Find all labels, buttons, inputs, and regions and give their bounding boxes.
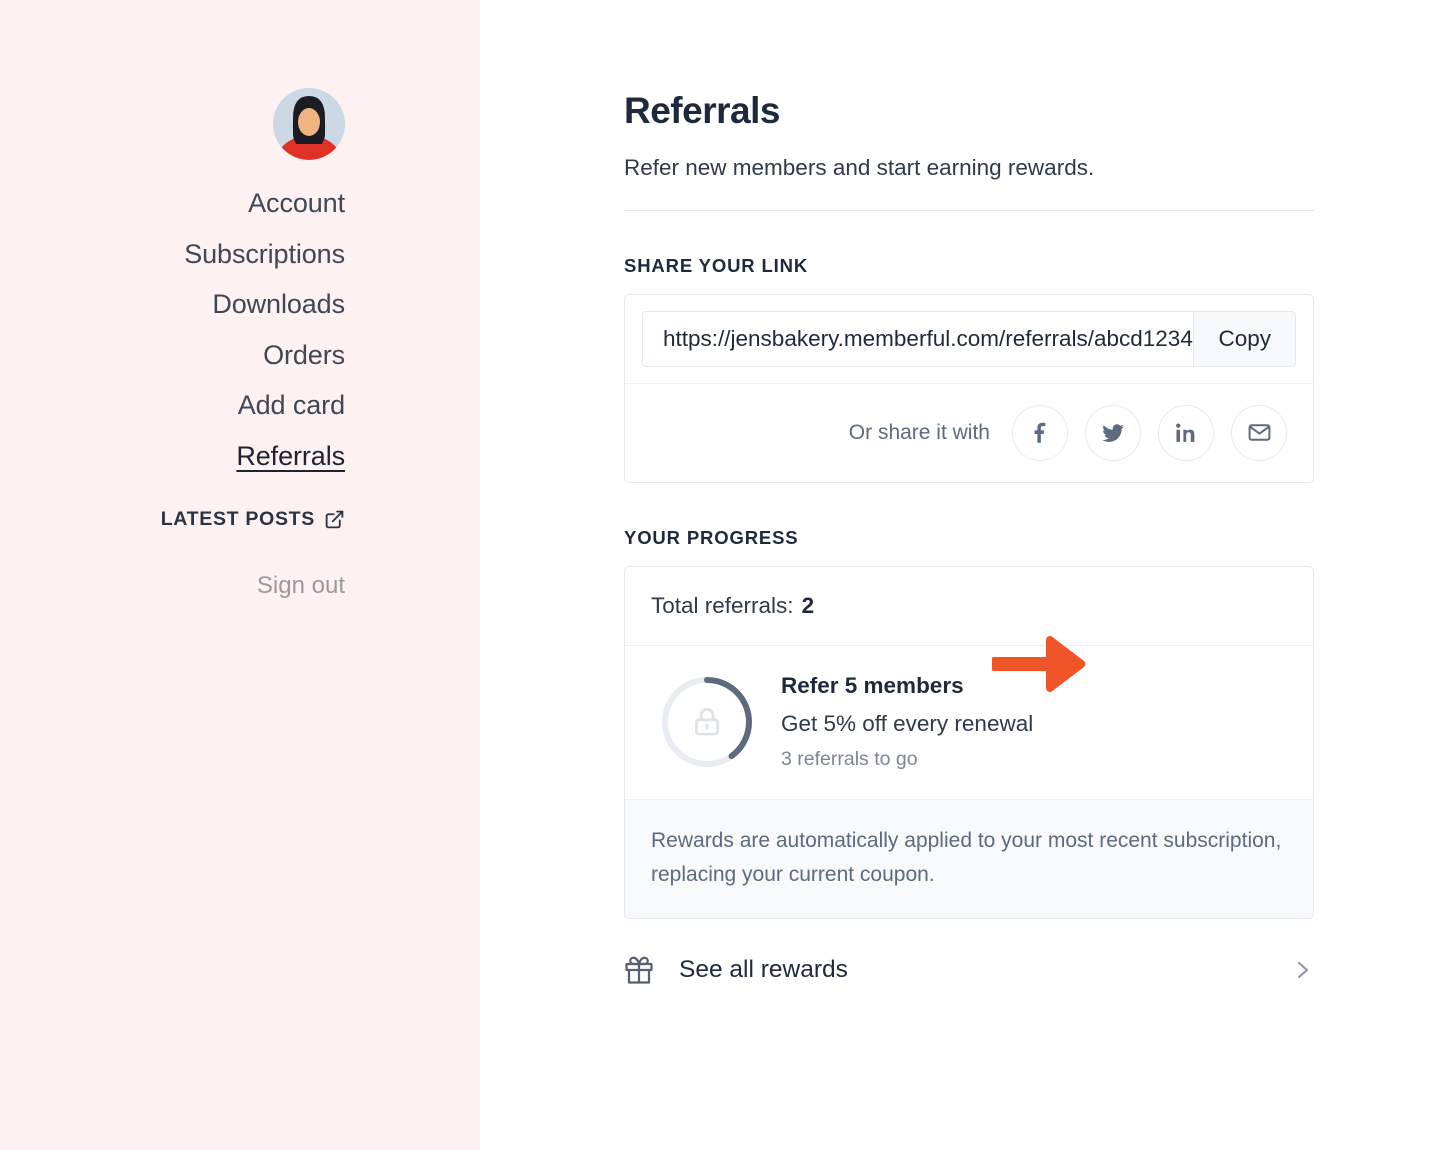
reward-progress-ring <box>659 674 755 770</box>
sidebar-item-add-card[interactable]: Add card <box>184 380 345 431</box>
twitter-share-button[interactable] <box>1085 404 1141 461</box>
page-subtitle: Refer new members and start earning rewa… <box>624 154 1095 180</box>
sidebar-item-orders[interactable]: Orders <box>184 330 345 381</box>
rewards-note: Rewards are automatically applied to you… <box>625 799 1313 918</box>
sidebar-item-subscriptions[interactable]: Subscriptions <box>184 229 345 280</box>
share-with-label: Or share it with <box>848 420 990 444</box>
twitter-icon <box>1100 420 1126 446</box>
reward-remaining: 3 referrals to go <box>781 748 918 771</box>
chevron-right-icon <box>1290 958 1314 982</box>
sidebar: Account Subscriptions Downloads Orders A… <box>0 0 480 1150</box>
see-all-rewards-link[interactable]: See all rewards <box>624 955 1314 985</box>
page-title: Referrals <box>624 90 780 131</box>
reward-row: Refer 5 members Get 5% off every renewal… <box>625 646 1313 800</box>
reward-details: Refer 5 members Get 5% off every renewal… <box>781 672 1287 772</box>
header-divider <box>624 209 1314 211</box>
progress-section-label: YOUR PROGRESS <box>624 526 799 548</box>
sidebar-item-downloads[interactable]: Downloads <box>184 279 345 330</box>
user-avatar-illustration <box>273 88 345 160</box>
referral-link-input[interactable] <box>642 310 1194 367</box>
sidebar-nav: Account Subscriptions Downloads Orders A… <box>184 178 345 481</box>
share-link-row: Copy <box>625 295 1313 383</box>
email-share-button[interactable] <box>1231 404 1287 461</box>
reward-title: Refer 5 members <box>781 672 964 698</box>
main-content: Referrals Refer new members and start ea… <box>480 0 1440 1150</box>
total-referrals-row: Total referrals: 2 <box>625 567 1313 646</box>
linkedin-share-button[interactable] <box>1158 404 1214 461</box>
facebook-icon <box>1027 420 1053 446</box>
referrals-page: Account Subscriptions Downloads Orders A… <box>0 0 1440 1150</box>
facebook-share-button[interactable] <box>1012 404 1068 461</box>
linkedin-icon <box>1173 420 1199 446</box>
latest-posts-label: LATEST POSTS <box>160 508 315 530</box>
social-share-row: Or share it with <box>625 382 1313 482</box>
latest-posts-link[interactable]: LATEST POSTS <box>161 508 345 531</box>
copy-button[interactable]: Copy <box>1193 310 1296 367</box>
sign-out-link[interactable]: Sign out <box>257 572 345 600</box>
progress-card: Total referrals: 2 Refer 5 members Get 5… <box>624 565 1314 919</box>
see-all-rewards-label: See all rewards <box>679 955 848 983</box>
gift-icon <box>624 955 654 985</box>
email-icon <box>1247 420 1272 445</box>
share-link-card: Copy Or share it with <box>624 293 1314 483</box>
share-section-label: SHARE YOUR LINK <box>624 254 809 276</box>
avatar[interactable] <box>273 88 345 160</box>
total-referrals-label: Total referrals: <box>651 592 794 618</box>
reward-description: Get 5% off every renewal <box>781 710 1034 736</box>
sidebar-item-referrals[interactable]: Referrals <box>184 431 345 482</box>
sidebar-item-account[interactable]: Account <box>184 178 345 229</box>
external-link-icon <box>324 509 345 530</box>
lock-icon <box>659 674 755 770</box>
total-referrals-value: 2 <box>801 592 815 618</box>
